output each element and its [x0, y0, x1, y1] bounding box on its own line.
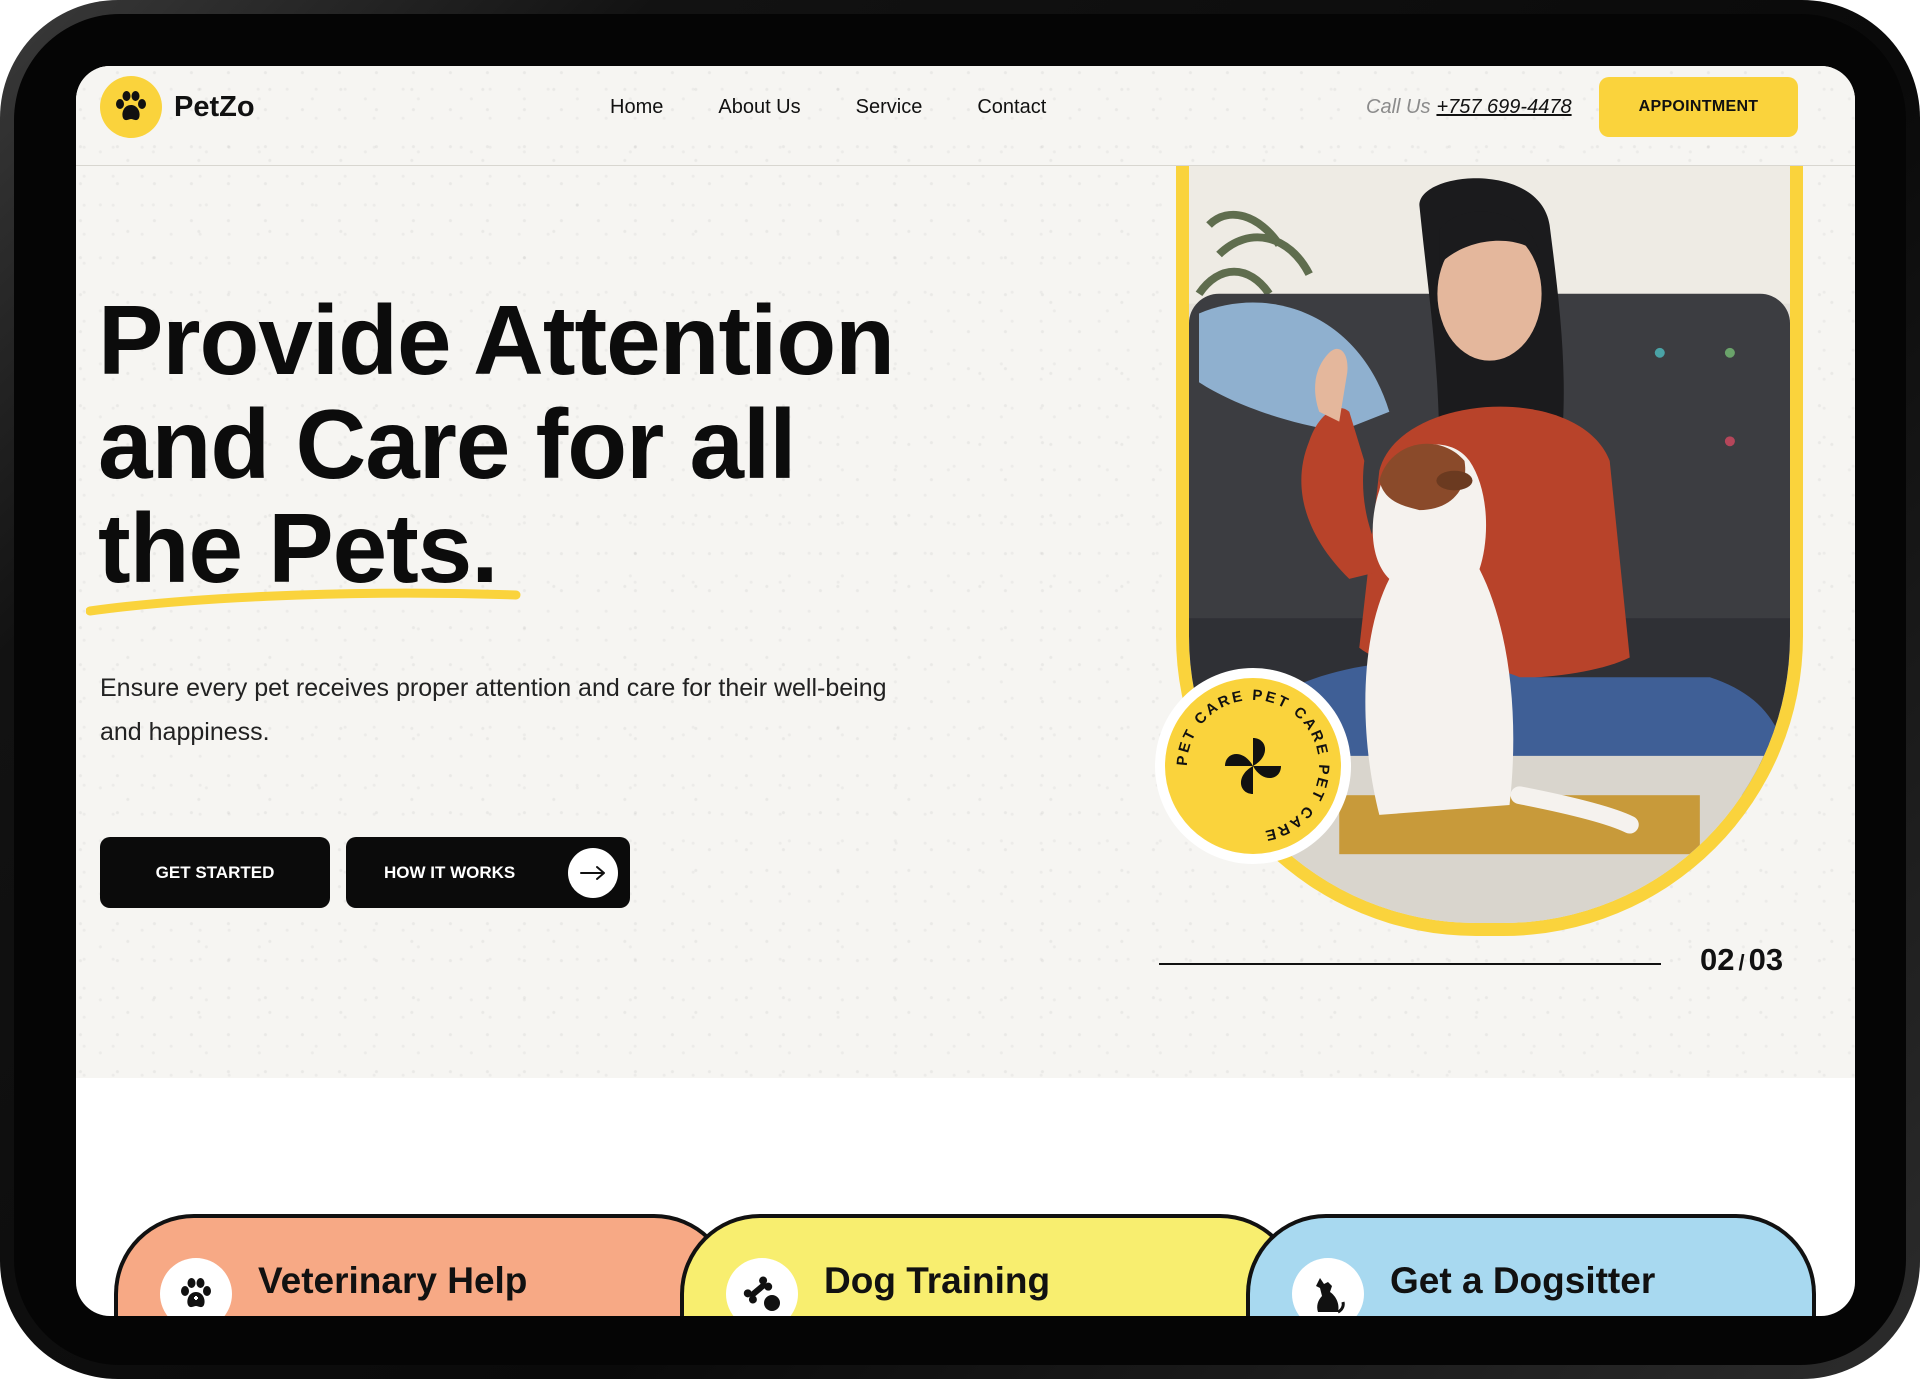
- hero-title: Provide Attention and Care for all the P…: [98, 288, 998, 600]
- title-underline: [86, 588, 521, 616]
- screen: PetZo Home About Us Service Contact Call…: [76, 66, 1855, 1316]
- top-nav: PetZo Home About Us Service Contact Call…: [76, 66, 1855, 166]
- call-us: Call Us +757 699-4478: [1366, 96, 1572, 119]
- service-title: Get a Dogsitter: [1390, 1260, 1656, 1301]
- phone-link[interactable]: +757 699-4478: [1436, 96, 1571, 118]
- hero-title-line-1: Provide Attention: [98, 285, 895, 395]
- service-card-dogsitter[interactable]: Get a Dogsitter: [1246, 1214, 1816, 1316]
- hero-subtitle: Ensure every pet receives proper attenti…: [100, 674, 887, 746]
- dog-icon: [1292, 1258, 1364, 1316]
- paw-icon: [160, 1258, 232, 1316]
- call-label: Call Us: [1366, 96, 1431, 118]
- how-it-works-label: HOW IT WORKS: [384, 862, 516, 882]
- nav-service[interactable]: Service: [856, 96, 923, 119]
- slide-current: 02: [1700, 942, 1735, 977]
- how-it-works-button[interactable]: HOW IT WORKS: [346, 837, 630, 908]
- slide-counter: 02/03: [1700, 942, 1783, 978]
- get-started-button[interactable]: GET STARTED: [100, 837, 330, 908]
- service-card-training[interactable]: Dog Training: [680, 1214, 1300, 1316]
- appointment-button[interactable]: APPOINTMENT: [1599, 77, 1798, 137]
- service-card-veterinary[interactable]: Veterinary Help: [114, 1214, 734, 1316]
- nav-links: Home About Us Service Contact: [610, 96, 1101, 119]
- service-title: Dog Training: [824, 1260, 1051, 1301]
- pet-care-badge: PET CARE PET CARE PET CARE: [1155, 668, 1351, 864]
- nav-about[interactable]: About Us: [718, 96, 800, 119]
- paw-icon: [100, 76, 162, 138]
- hero-title-line-2: and Care for all: [98, 389, 796, 499]
- brand-name: PetZo: [174, 90, 255, 123]
- logo[interactable]: PetZo: [100, 76, 255, 138]
- slide-separator: /: [1738, 950, 1745, 975]
- nav-home[interactable]: Home: [610, 96, 663, 119]
- service-title: Veterinary Help: [258, 1260, 528, 1301]
- bone-ball-icon: [726, 1258, 798, 1316]
- slide-total: 03: [1748, 942, 1784, 977]
- slider-progress-line: [1159, 963, 1661, 965]
- nav-contact[interactable]: Contact: [977, 96, 1046, 119]
- arrow-right-icon: [568, 848, 618, 898]
